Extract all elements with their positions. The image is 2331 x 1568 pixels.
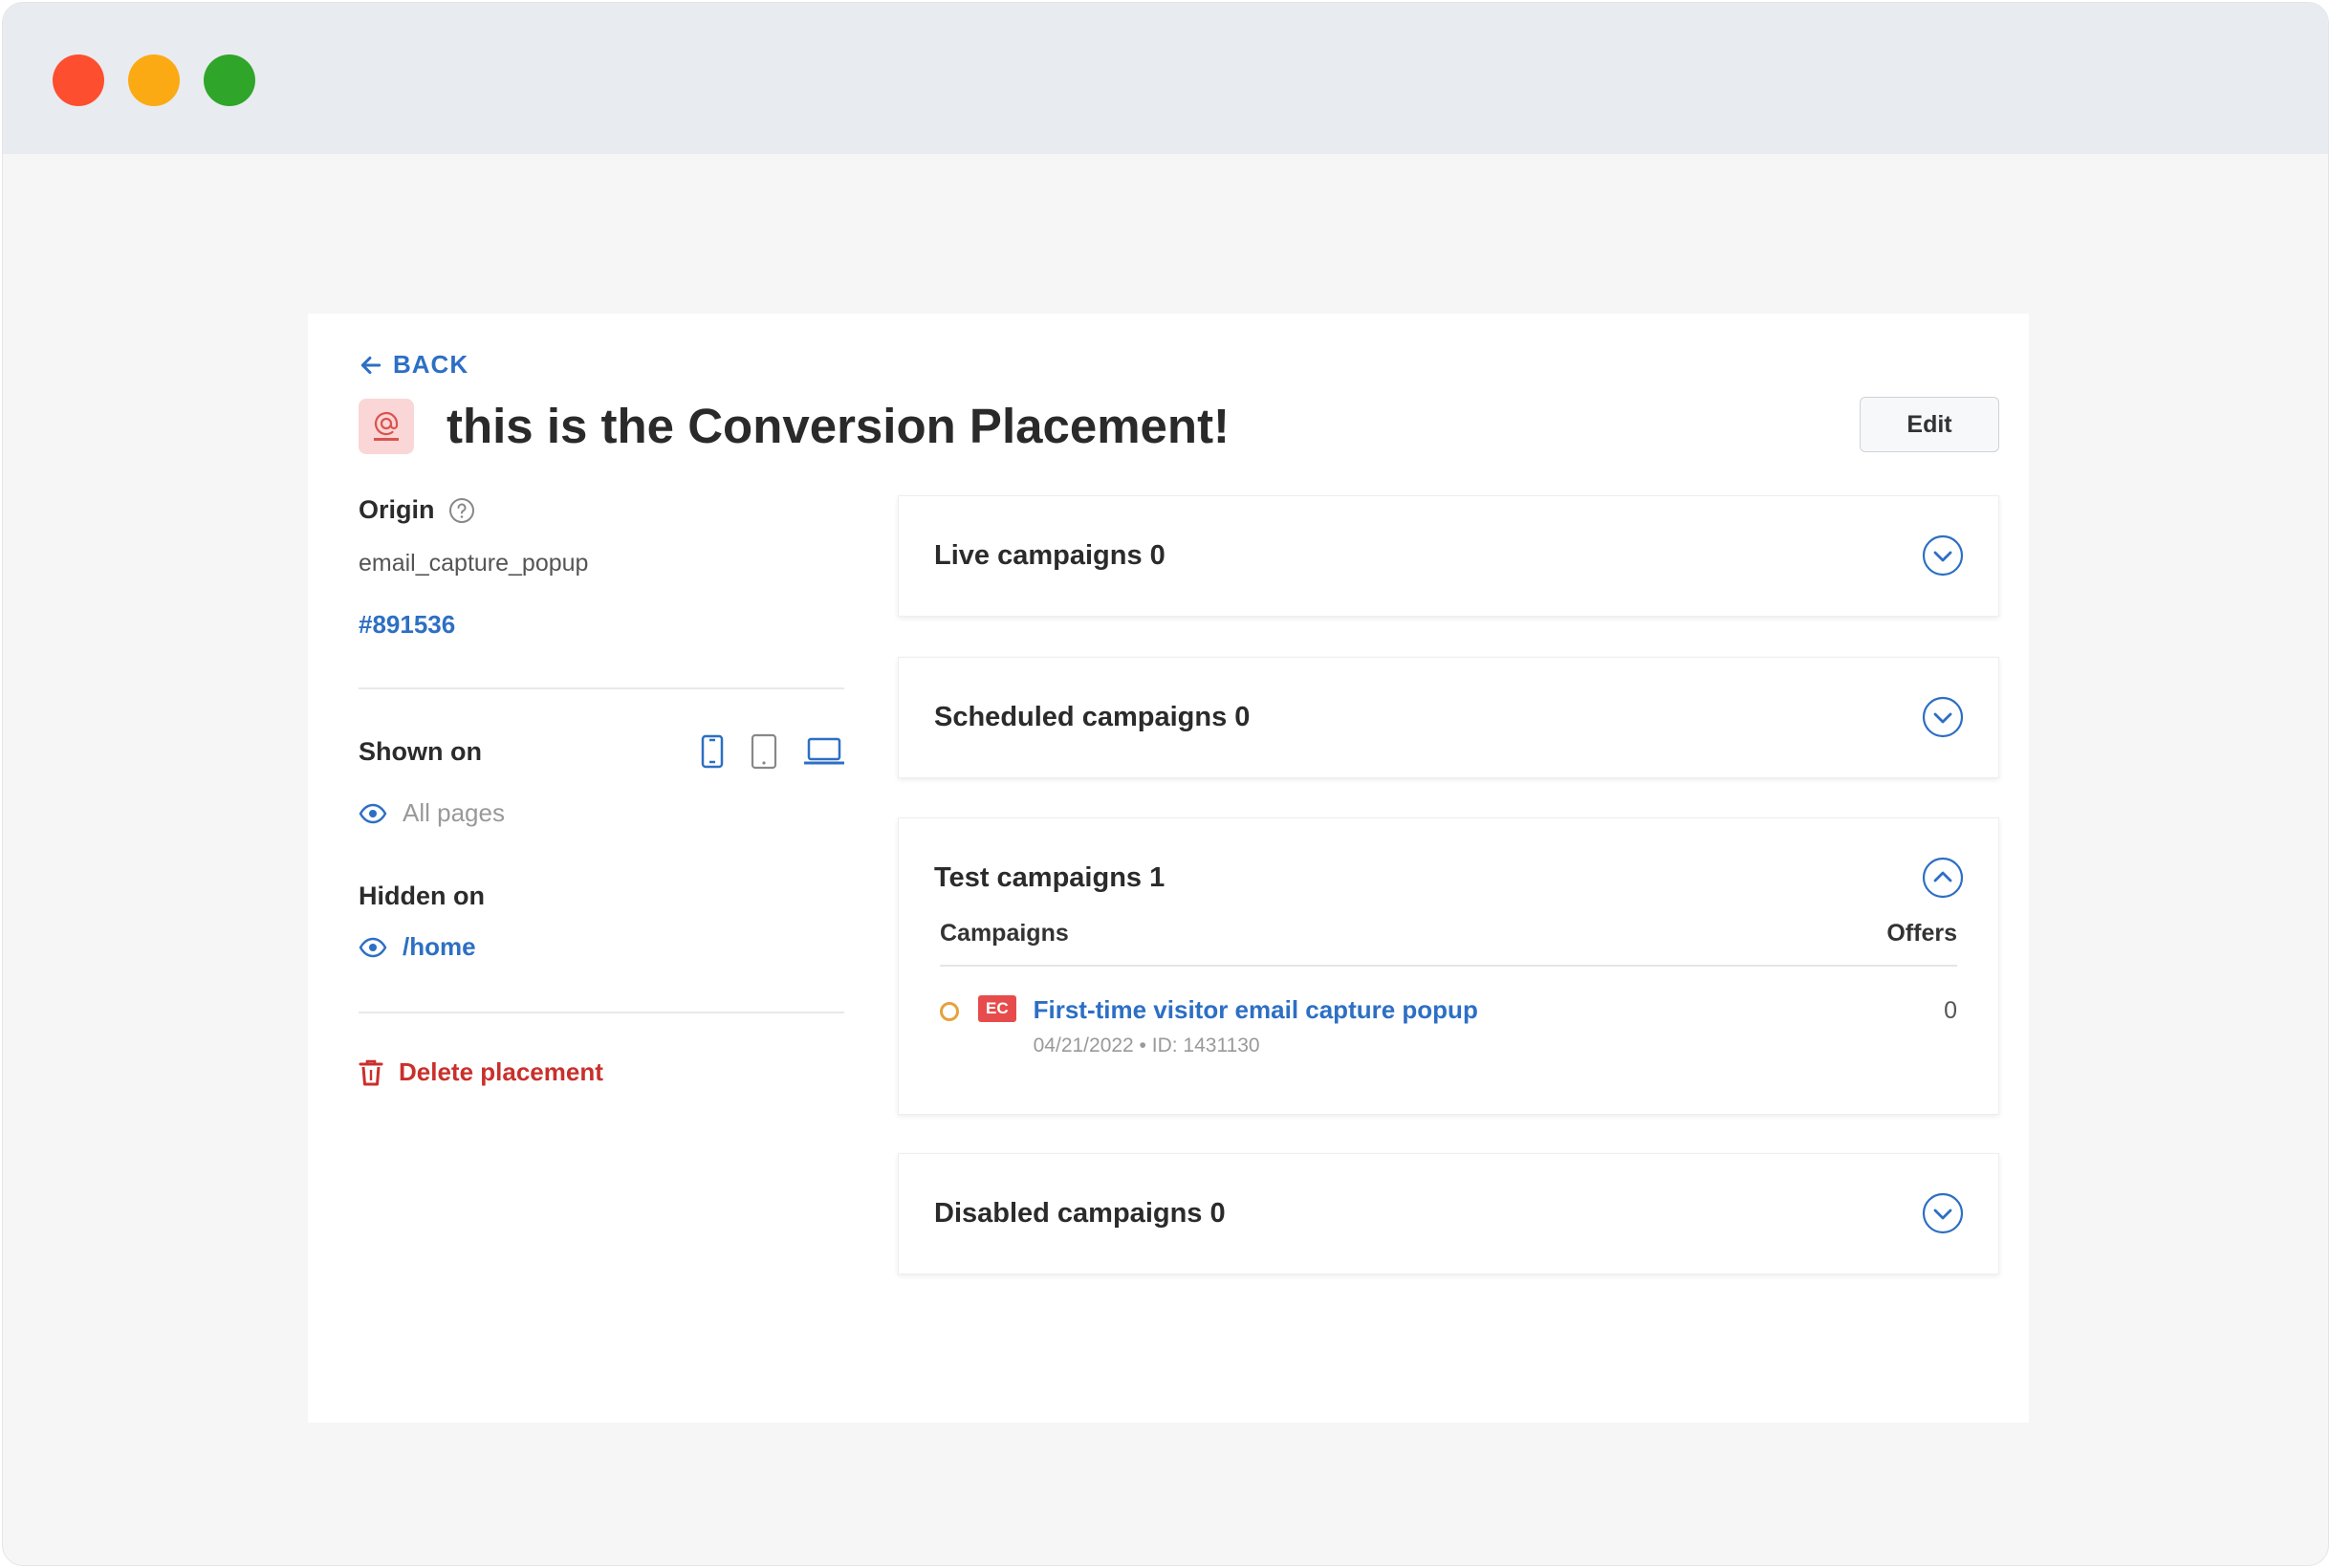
chevron-down-icon[interactable] bbox=[1922, 534, 1964, 577]
origin-row: Origin bbox=[359, 495, 844, 525]
placement-card: BACK this is the Conversion Placement! E… bbox=[308, 314, 2029, 1423]
delete-placement-button[interactable]: Delete placement bbox=[359, 1057, 844, 1087]
status-indicator bbox=[940, 1002, 959, 1021]
origin-label: Origin bbox=[359, 495, 435, 524]
panel-title: Test campaigns 1 bbox=[934, 861, 1166, 893]
campaign-type-badge: EC bbox=[978, 995, 1016, 1022]
panel-title: Live campaigns 0 bbox=[934, 539, 1166, 571]
panel-title: Scheduled campaigns 0 bbox=[934, 701, 1251, 732]
details-sidebar: Origin email_capture_popup #891536 Shown… bbox=[359, 495, 844, 1087]
offers-count: 0 bbox=[1944, 997, 1957, 1024]
shown-page-label: All pages bbox=[403, 798, 505, 827]
hidden-on-label: Hidden on bbox=[359, 882, 485, 910]
laptop-icon[interactable] bbox=[804, 737, 844, 766]
origin-id-link[interactable]: #891536 bbox=[359, 610, 844, 640]
tablet-icon[interactable] bbox=[751, 733, 777, 770]
panel-header[interactable]: Disabled campaigns 0 bbox=[899, 1154, 1998, 1273]
shown-on-row: Shown on bbox=[359, 733, 844, 770]
column-header-campaigns: Campaigns bbox=[940, 920, 1069, 947]
device-icons bbox=[674, 733, 844, 770]
live-campaigns-panel: Live campaigns 0 bbox=[898, 495, 1999, 617]
scheduled-campaigns-panel: Scheduled campaigns 0 bbox=[898, 657, 1999, 778]
close-window-button[interactable] bbox=[53, 54, 104, 106]
minimize-window-button[interactable] bbox=[128, 54, 180, 106]
origin-value: email_capture_popup bbox=[359, 550, 589, 577]
campaign-meta: 04/21/2022 • ID: 1431130 bbox=[1033, 1034, 1260, 1056]
back-link[interactable]: BACK bbox=[359, 350, 468, 380]
eye-icon bbox=[359, 937, 387, 957]
chevron-down-icon[interactable] bbox=[1922, 1192, 1964, 1234]
panel-header[interactable]: Live campaigns 0 bbox=[899, 496, 1998, 615]
column-header-offers: Offers bbox=[1886, 920, 1957, 947]
table-row: EC First-time visitor email capture popu… bbox=[940, 967, 1957, 1057]
shown-page-item: All pages bbox=[359, 798, 844, 828]
campaign-link[interactable]: First-time visitor email capture popup bbox=[1034, 995, 1478, 1025]
chevron-up-icon[interactable] bbox=[1922, 857, 1964, 899]
browser-window: BACK this is the Conversion Placement! E… bbox=[2, 2, 2329, 1566]
campaign-cell: EC First-time visitor email capture popu… bbox=[940, 995, 1478, 1057]
page-title: this is the Conversion Placement! bbox=[447, 399, 1231, 453]
table-header: Campaigns Offers bbox=[940, 920, 1957, 967]
eye-icon bbox=[359, 803, 387, 823]
trash-icon bbox=[359, 1059, 383, 1085]
chevron-down-icon[interactable] bbox=[1922, 696, 1964, 738]
disabled-campaigns-panel: Disabled campaigns 0 bbox=[898, 1153, 1999, 1274]
divider bbox=[359, 687, 844, 689]
mobile-icon[interactable] bbox=[701, 734, 724, 769]
edit-button[interactable]: Edit bbox=[1860, 397, 1999, 452]
maximize-window-button[interactable] bbox=[204, 54, 255, 106]
campaigns-table: Campaigns Offers EC First-time visitor e… bbox=[899, 920, 1998, 1057]
panel-title: Disabled campaigns 0 bbox=[934, 1197, 1226, 1229]
panel-header[interactable]: Scheduled campaigns 0 bbox=[899, 658, 1998, 776]
hidden-page-link[interactable]: /home bbox=[403, 932, 476, 962]
test-campaigns-panel: Test campaigns 1 Campaigns Offers EC Fir… bbox=[898, 817, 1999, 1115]
help-circle-icon[interactable] bbox=[448, 497, 475, 524]
window-titlebar bbox=[3, 3, 2328, 154]
back-label: BACK bbox=[393, 350, 469, 379]
arrow-left-icon bbox=[360, 356, 381, 374]
campaign-info: First-time visitor email capture popup 0… bbox=[1034, 995, 1478, 1057]
divider bbox=[359, 1012, 844, 1013]
title-row: this is the Conversion Placement! bbox=[359, 398, 1230, 454]
at-sign-icon bbox=[359, 398, 414, 454]
hidden-page-item: /home bbox=[359, 932, 844, 962]
shown-on-label: Shown on bbox=[359, 736, 482, 766]
delete-placement-label: Delete placement bbox=[399, 1057, 603, 1086]
